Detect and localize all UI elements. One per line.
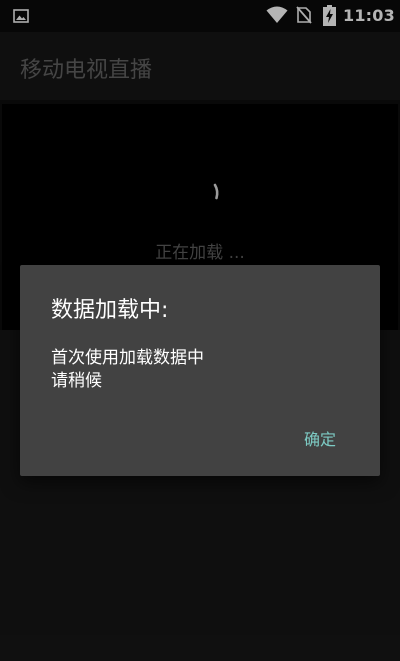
dialog-title: 数据加载中:: [51, 298, 169, 323]
dialog-message-line: 请稍候: [51, 371, 102, 391]
ok-button[interactable]: 确定: [298, 424, 342, 452]
loading-dialog: 数据加载中: 首次使用加载数据中 请稍候 确定: [20, 265, 380, 476]
dialog-message-line: 首次使用加载数据中: [51, 348, 204, 368]
dialog-message: 首次使用加载数据中 请稍候: [51, 347, 204, 393]
app-screen: 11:03 移动电视直播 正在加载 ... 数据加载中: 首次使用加载数据中 请…: [0, 0, 400, 661]
